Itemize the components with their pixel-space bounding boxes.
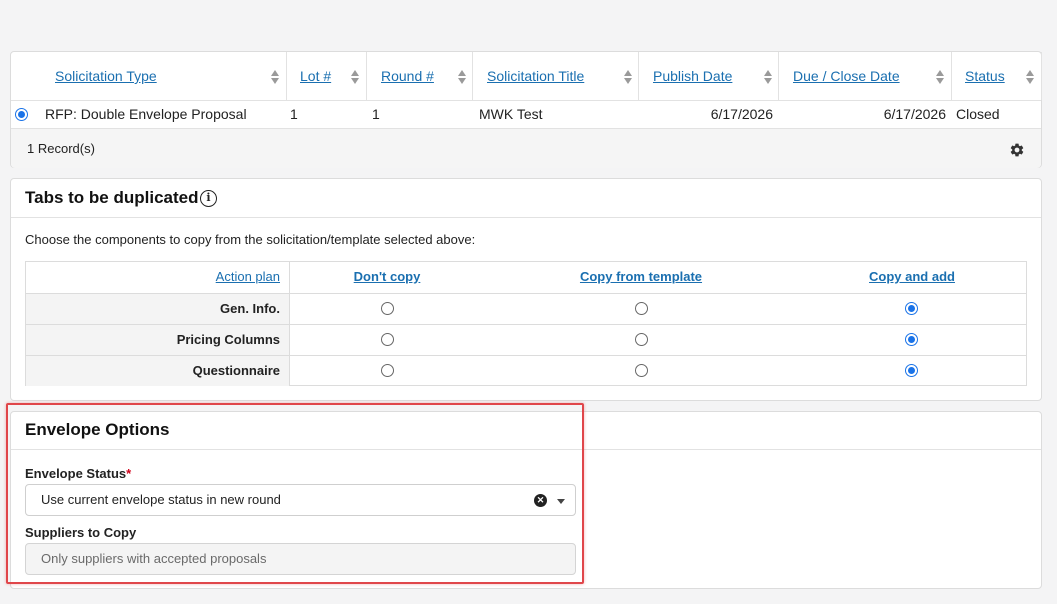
info-icon[interactable]: i — [200, 190, 217, 207]
solicitation-grid: Solicitation Type Lot # Round # Solicita… — [10, 51, 1042, 168]
cell-solicitation-title: MWK Test — [479, 106, 543, 122]
sort-link-lot[interactable]: Lot # — [300, 68, 331, 84]
column-header-status[interactable]: Status — [952, 52, 1042, 100]
column-header-lot[interactable]: Lot # — [287, 52, 367, 100]
suppliers-to-copy-value: Only suppliers with accepted proposals — [41, 551, 267, 566]
sort-icon[interactable] — [458, 70, 467, 84]
sort-icon[interactable] — [936, 70, 945, 84]
action-plan-link[interactable]: Action plan — [216, 269, 280, 284]
sort-link-solicitation-title[interactable]: Solicitation Title — [487, 68, 584, 84]
radio-copy-and-add[interactable] — [905, 364, 918, 377]
cell-solicitation-type: RFP: Double Envelope Proposal — [45, 106, 247, 122]
sort-icon[interactable] — [1026, 70, 1035, 84]
panel-divider — [11, 217, 1041, 218]
sort-icon[interactable] — [624, 70, 633, 84]
row-label-cell: Questionnaire — [26, 356, 290, 386]
radio-dont-copy[interactable] — [381, 302, 394, 315]
cell-publish-date: 6/17/2026 — [710, 106, 773, 122]
sort-link-due-close-date[interactable]: Due / Close Date — [793, 68, 900, 84]
cell-due-close-date: 6/17/2026 — [883, 106, 946, 122]
sort-link-status[interactable]: Status — [965, 68, 1005, 84]
envelope-options-panel: Envelope Options Envelope Status* Use cu… — [10, 411, 1042, 589]
copy-options-table: Action plan Don't copy Copy from templat… — [25, 261, 1027, 386]
suppliers-to-copy-label: Suppliers to Copy — [25, 525, 137, 540]
label-text: Envelope Status — [25, 466, 127, 481]
cell-lot: 1 — [290, 106, 298, 122]
row-label: Questionnaire — [192, 363, 280, 378]
radio-copy-from-template[interactable] — [635, 333, 648, 346]
sort-link-round[interactable]: Round # — [381, 68, 434, 84]
sort-link-publish-date[interactable]: Publish Date — [653, 68, 732, 84]
radio-dont-copy[interactable] — [381, 364, 394, 377]
copy-option-row-pricing-columns: Pricing Columns — [26, 324, 1026, 355]
sort-link-solicitation-type[interactable]: Solicitation Type — [55, 68, 157, 84]
gear-icon[interactable] — [1009, 142, 1025, 158]
column-header-solicitation-type[interactable]: Solicitation Type — [11, 52, 287, 100]
row-select-radio[interactable] — [15, 108, 28, 121]
table-row[interactable]: RFP: Double Envelope Proposal 1 1 MWK Te… — [11, 101, 1041, 129]
radio-dont-copy[interactable] — [381, 333, 394, 346]
record-count: 1 Record(s) — [27, 141, 95, 156]
row-label: Pricing Columns — [176, 332, 280, 347]
row-label-cell: Pricing Columns — [26, 325, 290, 355]
envelope-status-label: Envelope Status* — [25, 466, 131, 481]
radio-copy-from-template[interactable] — [635, 364, 648, 377]
suppliers-to-copy-field: Only suppliers with accepted proposals — [25, 543, 576, 575]
sort-icon[interactable] — [351, 70, 360, 84]
copy-options-header: Action plan Don't copy Copy from templat… — [26, 262, 1026, 293]
copy-option-row-gen-info: Gen. Info. — [26, 293, 1026, 324]
sort-icon[interactable] — [271, 70, 280, 84]
grid-footer: 1 Record(s) — [11, 129, 1041, 168]
row-label: Gen. Info. — [220, 301, 280, 316]
radio-copy-and-add[interactable] — [905, 333, 918, 346]
panel-divider — [11, 449, 1041, 450]
radio-copy-and-add[interactable] — [905, 302, 918, 315]
option-header-copy-and-add[interactable]: Copy and add — [869, 269, 955, 284]
tabs-to-duplicate-panel: Tabs to be duplicated i Choose the compo… — [10, 178, 1042, 401]
envelope-status-value: Use current envelope status in new round — [41, 492, 281, 507]
column-header-due-close-date[interactable]: Due / Close Date — [779, 52, 952, 100]
panel-title: Envelope Options — [25, 420, 170, 439]
required-mark: * — [126, 466, 132, 481]
panel-description: Choose the components to copy from the s… — [25, 232, 476, 247]
column-header-solicitation-title[interactable]: Solicitation Title — [473, 52, 639, 100]
column-header-round[interactable]: Round # — [367, 52, 473, 100]
action-plan-cell: Action plan — [26, 262, 290, 293]
option-header-dont-copy[interactable]: Don't copy — [354, 269, 421, 284]
row-label-cell: Gen. Info. — [26, 294, 290, 324]
copy-option-row-questionnaire: Questionnaire — [26, 355, 1026, 386]
clear-icon[interactable]: ✕ — [534, 494, 547, 507]
sort-icon[interactable] — [764, 70, 773, 84]
column-header-publish-date[interactable]: Publish Date — [639, 52, 779, 100]
cell-status: Closed — [956, 106, 1000, 122]
chevron-down-icon[interactable] — [557, 499, 565, 504]
cell-round: 1 — [372, 106, 380, 122]
radio-copy-from-template[interactable] — [635, 302, 648, 315]
option-header-copy-from-template[interactable]: Copy from template — [580, 269, 702, 284]
envelope-status-select[interactable]: Use current envelope status in new round… — [25, 484, 576, 516]
panel-title: Tabs to be duplicated — [25, 188, 199, 207]
